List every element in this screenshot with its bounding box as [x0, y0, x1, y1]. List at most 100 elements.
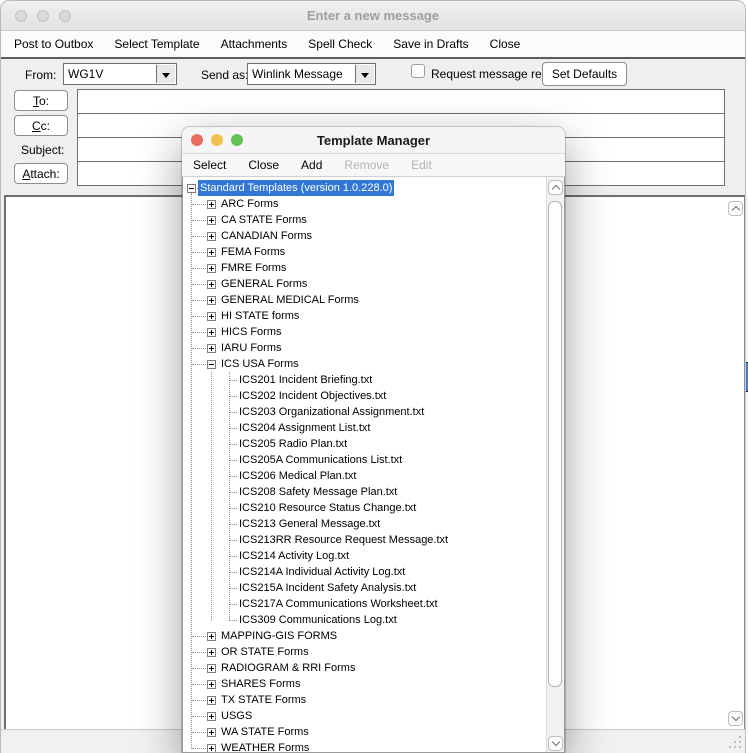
- collapse-minus-icon[interactable]: [187, 184, 196, 193]
- tree-item-or-state-forms[interactable]: OR STATE Forms: [184, 644, 545, 660]
- expand-plus-icon[interactable]: [207, 744, 216, 753]
- to-field[interactable]: [78, 90, 724, 114]
- menu-item-spell-check[interactable]: Spell Check: [308, 37, 372, 51]
- tree-item-ics208-safety-message-plan-txt[interactable]: ICS208 Safety Message Plan.txt: [184, 484, 545, 500]
- expand-plus-icon[interactable]: [207, 680, 216, 689]
- send-as-value: Winlink Message: [252, 67, 343, 81]
- dropdown-arrow-icon: [162, 73, 170, 78]
- set-defaults-button[interactable]: Set Defaults: [542, 62, 627, 86]
- expand-plus-icon[interactable]: [207, 232, 216, 241]
- tree-item-ics210-resource-status-change-txt[interactable]: ICS210 Resource Status Change.txt: [184, 500, 545, 516]
- expand-plus-icon[interactable]: [207, 728, 216, 737]
- tree-item-ics205a-communications-list-txt[interactable]: ICS205A Communications List.txt: [184, 452, 545, 468]
- request-receipt-checkbox[interactable]: [411, 64, 425, 78]
- tree-item-ics206-medical-plan-txt[interactable]: ICS206 Medical Plan.txt: [184, 468, 545, 484]
- tree-item-weather-forms[interactable]: WEATHER Forms: [184, 740, 545, 753]
- from-dropdown-button[interactable]: [156, 65, 175, 83]
- tree-connector: [229, 460, 237, 461]
- expand-plus-icon[interactable]: [207, 280, 216, 289]
- dialog-menu-item-select[interactable]: Select: [193, 158, 226, 172]
- menu-item-post-to-outbox[interactable]: Post to Outbox: [14, 37, 93, 51]
- tree-item-fema-forms[interactable]: FEMA Forms: [184, 244, 545, 260]
- tree-item-ics214-activity-log-txt[interactable]: ICS214 Activity Log.txt: [184, 548, 545, 564]
- tree-item-shares-forms[interactable]: SHARES Forms: [184, 676, 545, 692]
- tree-item-radiogram-rri-forms[interactable]: RADIOGRAM & RRI Forms: [184, 660, 545, 676]
- body-scroll-down-button[interactable]: [728, 711, 743, 726]
- expand-plus-icon[interactable]: [207, 648, 216, 657]
- tree-item-ics-usa-forms[interactable]: ICS USA Forms: [184, 356, 545, 372]
- tree-item-canadian-forms[interactable]: CANADIAN Forms: [184, 228, 545, 244]
- tree-item-ics213-general-message-txt[interactable]: ICS213 General Message.txt: [184, 516, 545, 532]
- tree-item-ics202-incident-objectives-txt[interactable]: ICS202 Incident Objectives.txt: [184, 388, 545, 404]
- tree-item-label: CANADIAN Forms: [219, 228, 314, 244]
- expand-plus-icon[interactable]: [207, 344, 216, 353]
- tree-connector: [192, 316, 206, 317]
- chevron-down-icon: [551, 737, 559, 745]
- chevron-up-icon: [731, 206, 739, 214]
- tree-item-hics-forms[interactable]: HICS Forms: [184, 324, 545, 340]
- tree-connector: [192, 668, 206, 669]
- tree-item-ics217a-communications-worksheet-txt[interactable]: ICS217A Communications Worksheet.txt: [184, 596, 545, 612]
- menu-item-close[interactable]: Close: [490, 37, 521, 51]
- tree-connector: [229, 444, 237, 445]
- template-tree: Standard Templates (version 1.0.228.0)AR…: [182, 177, 565, 753]
- tree-item-mapping-gis-forms[interactable]: MAPPING-GIS FORMS: [184, 628, 545, 644]
- tree-item-label: FEMA Forms: [219, 244, 287, 260]
- tree-item-general-forms[interactable]: GENERAL Forms: [184, 276, 545, 292]
- to-button[interactable]: To:: [14, 90, 68, 111]
- tree-item-ics201-incident-briefing-txt[interactable]: ICS201 Incident Briefing.txt: [184, 372, 545, 388]
- dialog-titlebar[interactable]: Template Manager: [182, 127, 565, 154]
- tree-item-standard-templates-version-1-0-228-0[interactable]: Standard Templates (version 1.0.228.0): [184, 180, 545, 196]
- main-titlebar[interactable]: Enter a new message: [1, 1, 745, 31]
- from-combobox[interactable]: WG1V: [63, 63, 177, 85]
- tree-item-ics309-communications-log-txt[interactable]: ICS309 Communications Log.txt: [184, 612, 545, 628]
- expand-plus-icon[interactable]: [207, 264, 216, 273]
- tree-item-ca-state-forms[interactable]: CA STATE Forms: [184, 212, 545, 228]
- tree-item-ics214a-individual-activity-log-txt[interactable]: ICS214A Individual Activity Log.txt: [184, 564, 545, 580]
- expand-plus-icon[interactable]: [207, 296, 216, 305]
- tree-scrollbar-thumb[interactable]: [548, 201, 562, 687]
- expand-plus-icon[interactable]: [207, 200, 216, 209]
- tree-item-label: USGS: [219, 708, 254, 724]
- tree-scrollbar[interactable]: [546, 177, 564, 752]
- send-as-combobox[interactable]: Winlink Message: [247, 63, 376, 85]
- tree-item-ics213rr-resource-request-message-txt[interactable]: ICS213RR Resource Request Message.txt: [184, 532, 545, 548]
- tree-item-ics203-organizational-assignment-txt[interactable]: ICS203 Organizational Assignment.txt: [184, 404, 545, 420]
- send-as-dropdown-button[interactable]: [355, 65, 374, 83]
- resize-grip-icon[interactable]: [729, 736, 741, 748]
- tree-item-ics204-assignment-list-txt[interactable]: ICS204 Assignment List.txt: [184, 420, 545, 436]
- tree-item-iaru-forms[interactable]: IARU Forms: [184, 340, 545, 356]
- tree-item-ics205-radio-plan-txt[interactable]: ICS205 Radio Plan.txt: [184, 436, 545, 452]
- expand-plus-icon[interactable]: [207, 696, 216, 705]
- tree-scroll-up-button[interactable]: [548, 180, 563, 195]
- expand-plus-icon[interactable]: [207, 632, 216, 641]
- tree-item-usgs[interactable]: USGS: [184, 708, 545, 724]
- tree-item-fmre-forms[interactable]: FMRE Forms: [184, 260, 545, 276]
- tree-item-label: ICS208 Safety Message Plan.txt: [237, 484, 399, 500]
- tree-item-general-medical-forms[interactable]: GENERAL MEDICAL Forms: [184, 292, 545, 308]
- collapse-minus-icon[interactable]: [207, 360, 216, 369]
- tree-item-wa-state-forms[interactable]: WA STATE Forms: [184, 724, 545, 740]
- tree-item-label: ICS205 Radio Plan.txt: [237, 436, 349, 452]
- expand-plus-icon[interactable]: [207, 712, 216, 721]
- menu-item-select-template[interactable]: Select Template: [114, 37, 199, 51]
- menu-item-save-in-drafts[interactable]: Save in Drafts: [393, 37, 468, 51]
- tree-item-arc-forms[interactable]: ARC Forms: [184, 196, 545, 212]
- expand-plus-icon[interactable]: [207, 216, 216, 225]
- expand-plus-icon[interactable]: [207, 248, 216, 257]
- attach-button[interactable]: Attach:: [14, 163, 68, 184]
- dialog-menu-item-close[interactable]: Close: [248, 158, 279, 172]
- tree-item-ics215a-incident-safety-analysis-txt[interactable]: ICS215A Incident Safety Analysis.txt: [184, 580, 545, 596]
- cc-button[interactable]: Cc:: [14, 115, 68, 136]
- tree-item-tx-state-forms[interactable]: TX STATE Forms: [184, 692, 545, 708]
- tree-scroll-down-button[interactable]: [548, 736, 563, 751]
- expand-plus-icon[interactable]: [207, 312, 216, 321]
- menu-item-attachments[interactable]: Attachments: [221, 37, 288, 51]
- tree-item-label: ICS206 Medical Plan.txt: [237, 468, 358, 484]
- tree-item-hi-state-forms[interactable]: HI STATE forms: [184, 308, 545, 324]
- tree-connector: [192, 252, 206, 253]
- dialog-menu-item-add[interactable]: Add: [301, 158, 322, 172]
- expand-plus-icon[interactable]: [207, 664, 216, 673]
- expand-plus-icon[interactable]: [207, 328, 216, 337]
- body-scroll-up-button[interactable]: [728, 201, 743, 216]
